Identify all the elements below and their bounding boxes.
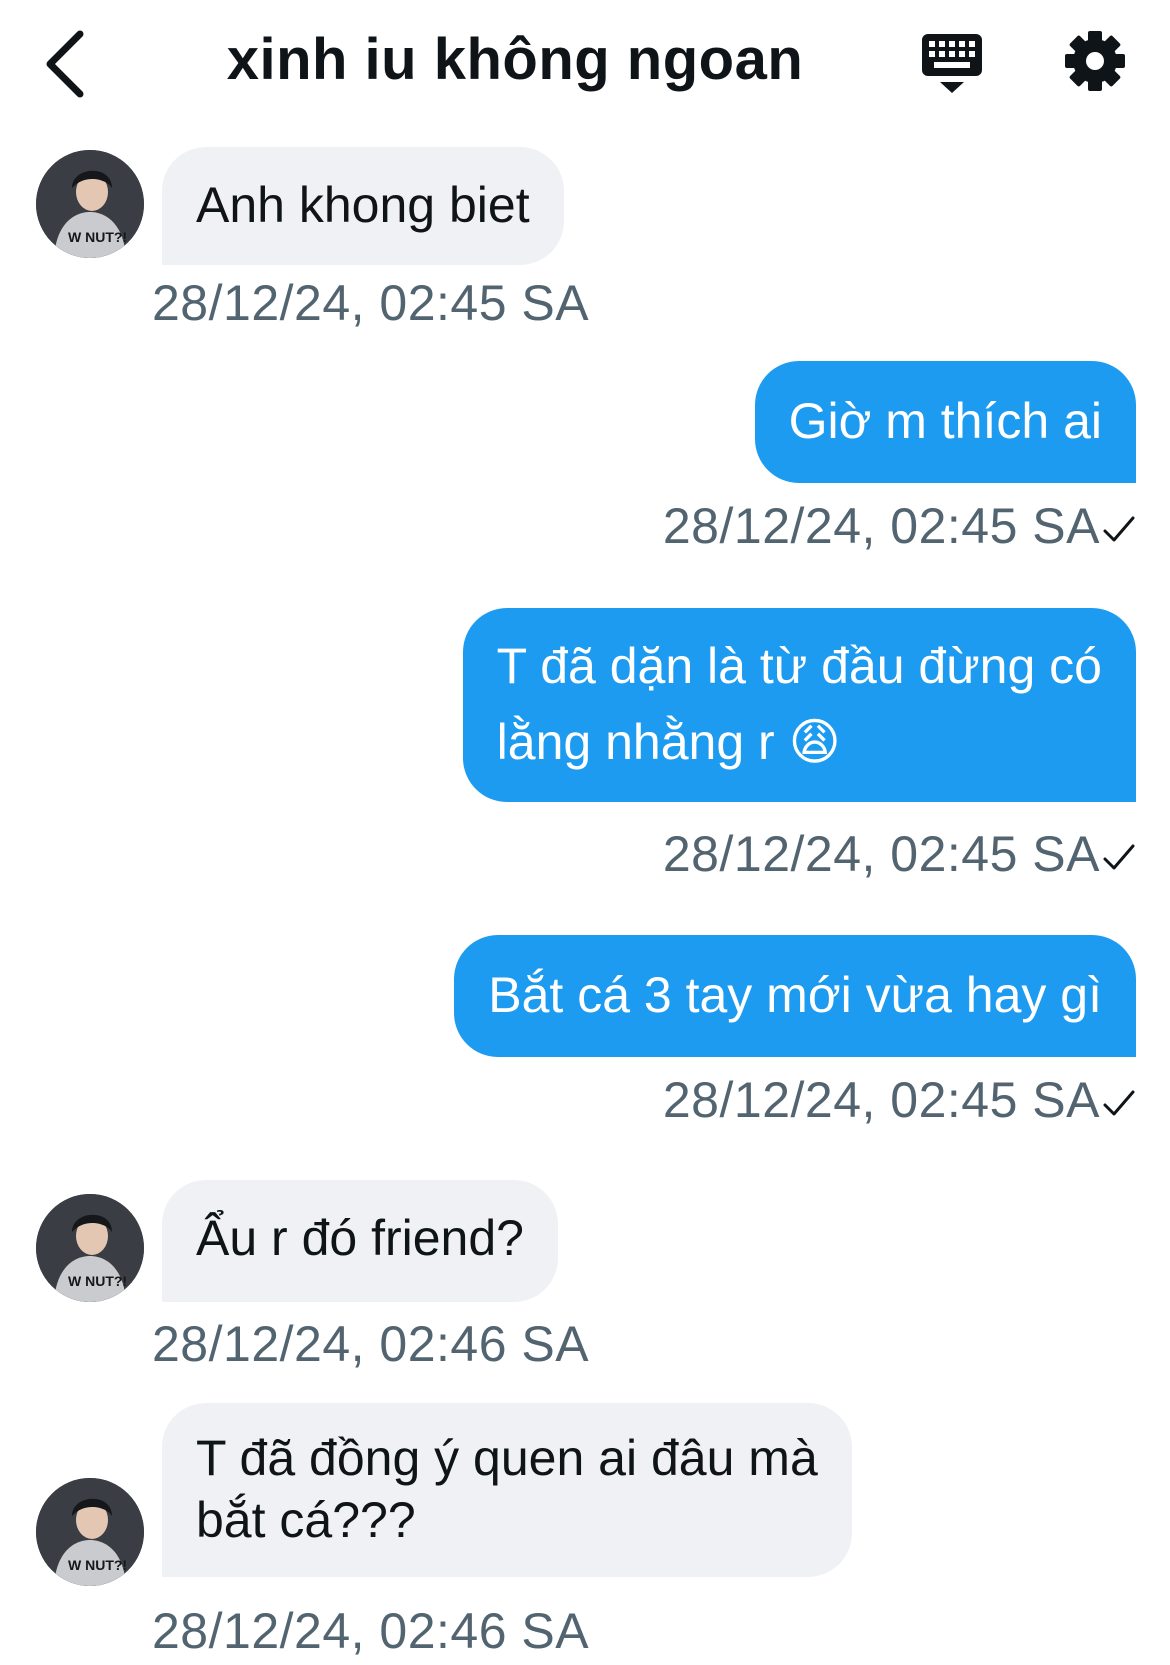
avatar-photo: W NUT?! bbox=[36, 150, 144, 258]
message-timestamp: 28/12/24, 02:46 SA bbox=[152, 1603, 590, 1659]
message-text: Bắt cá 3 tay mới vừa hay gì bbox=[488, 967, 1102, 1023]
back-button[interactable] bbox=[40, 26, 100, 102]
message-text-line: T đã đồng ý quen ai đâu mà bbox=[196, 1430, 818, 1486]
avatar-photo: W NUT?! bbox=[36, 1194, 144, 1302]
contact-avatar[interactable]: W NUT?! bbox=[36, 150, 144, 258]
incoming-message-bubble[interactable]: Anh khong biet bbox=[162, 147, 564, 265]
chevron-left-icon bbox=[46, 30, 84, 98]
chat-header: xinh iu không ngoan bbox=[0, 0, 1170, 130]
settings-button[interactable] bbox=[1062, 28, 1128, 94]
svg-text:W NUT?!: W NUT?! bbox=[68, 1557, 127, 1573]
message-timestamp: 28/12/24, 02:45 SA bbox=[662, 826, 1100, 882]
message-timestamp: 28/12/24, 02:45 SA bbox=[662, 498, 1100, 554]
outgoing-message-bubble[interactable]: T đã dặn là từ đầu đừng có lằng nhằng r … bbox=[462, 608, 1136, 802]
svg-text:W NUT?!: W NUT?! bbox=[68, 1273, 127, 1289]
sent-check-icon bbox=[1103, 516, 1135, 542]
svg-text:W NUT?!: W NUT?! bbox=[68, 229, 127, 245]
message-text-line: lằng nhằng r 😩 bbox=[496, 714, 841, 770]
message-text: Giờ m thích ai bbox=[788, 393, 1102, 449]
message-text: Anh khong biet bbox=[196, 177, 530, 233]
message-timestamp: 28/12/24, 02:45 SA bbox=[152, 275, 590, 331]
sent-check-icon bbox=[1103, 1090, 1135, 1116]
sent-check-icon bbox=[1103, 844, 1135, 870]
incoming-message-bubble[interactable]: T đã đồng ý quen ai đâu mà bắt cá??? bbox=[162, 1403, 852, 1577]
conversation-title: xinh iu không ngoan bbox=[226, 27, 804, 92]
message-timestamp: 28/12/24, 02:46 SA bbox=[152, 1316, 590, 1372]
avatar-photo: W NUT?! bbox=[36, 1478, 144, 1586]
contact-avatar[interactable]: W NUT?! bbox=[36, 1478, 144, 1586]
keyboard-button[interactable] bbox=[920, 30, 986, 96]
message-text-line: bắt cá??? bbox=[196, 1492, 416, 1548]
message-timestamp: 28/12/24, 02:45 SA bbox=[662, 1072, 1100, 1128]
outgoing-message-bubble[interactable]: Bắt cá 3 tay mới vừa hay gì bbox=[454, 935, 1136, 1057]
message-text-line: T đã dặn là từ đầu đừng có bbox=[496, 638, 1102, 694]
outgoing-message-bubble[interactable]: Giờ m thích ai bbox=[754, 361, 1136, 483]
incoming-message-bubble[interactable]: Ẩu r đó friend? bbox=[162, 1180, 558, 1302]
message-text: Ẩu r đó friend? bbox=[196, 1210, 524, 1266]
gear-icon bbox=[1065, 31, 1125, 91]
contact-avatar[interactable]: W NUT?! bbox=[36, 1194, 144, 1302]
keyboard-icon bbox=[922, 34, 982, 93]
